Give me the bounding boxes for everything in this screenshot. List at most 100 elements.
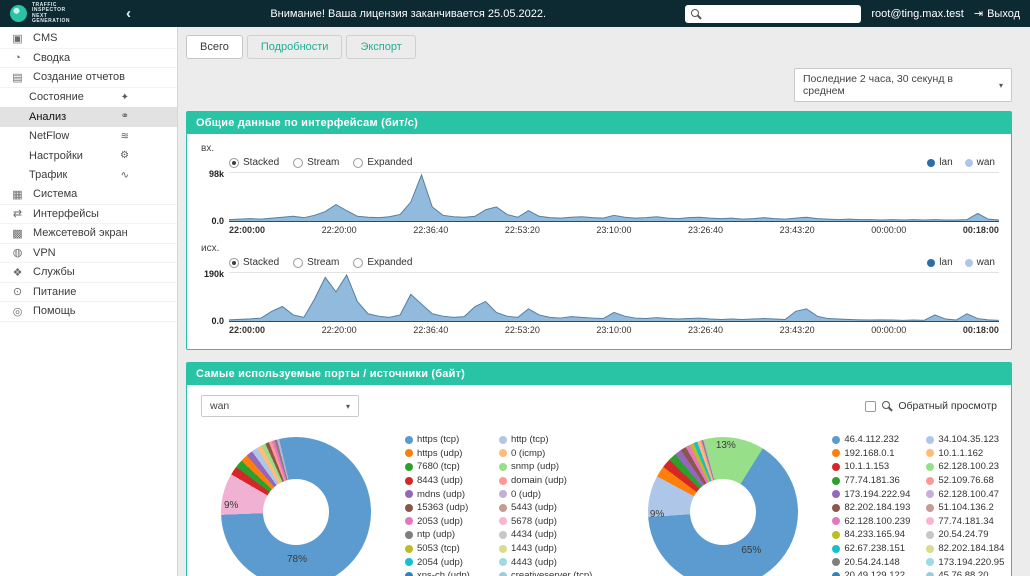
sidebar-item-analysis[interactable]: Анализ⚭	[0, 107, 177, 127]
legend-item[interactable]: 2053 (udp)	[405, 515, 489, 529]
legend-item[interactable]: 4434 (udp)	[499, 528, 592, 542]
legend-item[interactable]: 4443 (udp)	[499, 555, 592, 569]
legend-item[interactable]: 82.202.184.193	[832, 501, 916, 515]
slice-percent-label: 65%	[741, 545, 761, 556]
sidebar-item-services[interactable]: ❖Службы	[0, 263, 177, 283]
legend-item[interactable]: 173.194.222.94	[832, 487, 916, 501]
sidebar-item-vpn[interactable]: ◍VPN	[0, 244, 177, 264]
legend-item[interactable]: 0 (icmp)	[499, 447, 592, 461]
legend-label: ntp (udp)	[417, 529, 455, 540]
sidebar-item-help[interactable]: ◎Помощь	[0, 302, 177, 322]
search-box[interactable]	[685, 5, 861, 23]
legend-item-lan[interactable]: lan	[927, 157, 952, 168]
user-account[interactable]: root@ting.max.test	[871, 8, 963, 20]
y-axis-max-label: 98k	[209, 169, 224, 179]
legend-item[interactable]: 192.168.0.1	[832, 447, 916, 461]
sidebar-item-reporting[interactable]: ▤Создание отчетов	[0, 68, 177, 88]
legend-item[interactable]: xns-ch (udp)	[405, 569, 489, 576]
sidebar-collapse-chevron-icon[interactable]: ‹	[126, 5, 131, 22]
legend-item[interactable]: 20.54.24.79	[926, 528, 1010, 542]
legend-item[interactable]: 15363 (udp)	[405, 501, 489, 515]
legend-item[interactable]: 46.4.112.232	[832, 433, 916, 447]
legend-item-lan[interactable]: lan	[927, 257, 952, 268]
reverse-view-checkbox[interactable]	[865, 401, 876, 412]
interfaces-panel: Общие данные по интерфейсам (бит/с) вх.S…	[186, 111, 1012, 350]
legend-item[interactable]: snmp (udp)	[499, 460, 592, 474]
legend-item[interactable]: https (udp)	[405, 447, 489, 461]
mode-label: Expanded	[367, 157, 412, 168]
period-select[interactable]: Последние 2 часа, 30 секунд в среднем ▾	[794, 68, 1012, 102]
legend-item[interactable]: 51.104.136.2	[926, 501, 1010, 515]
legend-item[interactable]: mdns (udp)	[405, 487, 489, 501]
legend-label: 4434 (udp)	[511, 529, 557, 540]
mode-radio-expanded[interactable]: Expanded	[353, 257, 412, 268]
sources-donut-chart[interactable]: 65%13%9%	[648, 437, 798, 576]
legend-item-wan[interactable]: wan	[965, 257, 995, 268]
mode-radio-stacked[interactable]: Stacked	[229, 157, 279, 168]
sidebar-item-netflow[interactable]: NetFlow≋	[0, 127, 177, 147]
legend-item[interactable]: 20.49.129.122	[832, 569, 916, 576]
legend-item[interactable]: 20.54.24.148	[832, 555, 916, 569]
tab-details[interactable]: Подробности	[247, 35, 343, 59]
legend-item[interactable]: http (tcp)	[499, 433, 592, 447]
donut-hole	[263, 479, 329, 545]
sidebar-item-system[interactable]: ▦Система	[0, 185, 177, 205]
search-input[interactable]	[706, 7, 855, 21]
mode-radio-stacked[interactable]: Stacked	[229, 257, 279, 268]
legend-item[interactable]: 5053 (tcp)	[405, 542, 489, 556]
firewall-icon: ▩	[10, 227, 25, 240]
legend-item-wan[interactable]: wan	[965, 157, 995, 168]
legend-item[interactable]: 5678 (udp)	[499, 515, 592, 529]
ports-donut-chart[interactable]: 78%9%	[221, 437, 371, 576]
legend-item[interactable]: 62.128.100.47	[926, 487, 1010, 501]
legend-item[interactable]: 62.128.100.23	[926, 460, 1010, 474]
legend-item[interactable]: domain (udp)	[499, 474, 592, 488]
legend-item[interactable]: https (tcp)	[405, 433, 489, 447]
legend-item[interactable]: 77.74.181.36	[832, 474, 916, 488]
logout-button[interactable]: ⇥ Выход	[974, 7, 1020, 20]
slice-percent-label: 13%	[716, 440, 736, 451]
tab-export[interactable]: Экспорт	[346, 35, 415, 59]
legend-item[interactable]: 5443 (udp)	[499, 501, 592, 515]
tab-total[interactable]: Всего	[186, 35, 243, 59]
reverse-view-toggle[interactable]: Обратный просмотр	[865, 400, 997, 412]
legend-item[interactable]: 8443 (udp)	[405, 474, 489, 488]
legend-item[interactable]: 2054 (udp)	[405, 555, 489, 569]
legend-item[interactable]: 45.76.88.20	[926, 569, 1010, 576]
x-tick-label: 22:53:20	[505, 225, 540, 235]
sidebar-item-firewall[interactable]: ▩Межсетевой экран	[0, 224, 177, 244]
sidebar-item-settings[interactable]: Настройки⚙	[0, 146, 177, 166]
legend-item[interactable]: 10.1.1.153	[832, 460, 916, 474]
legend-label: 82.202.184.184	[938, 543, 1004, 554]
system-icon: ▦	[10, 188, 25, 201]
legend-dot	[965, 159, 973, 167]
legend-item[interactable]: 82.202.184.184	[926, 542, 1010, 556]
mode-radio-expanded[interactable]: Expanded	[353, 157, 412, 168]
sidebar-item-interfaces[interactable]: ⇄Интерфейсы	[0, 205, 177, 225]
legend-item[interactable]: creativeserver (tcp)	[499, 569, 592, 576]
sidebar-item-label: CMS	[33, 32, 57, 44]
legend-dot	[405, 572, 413, 576]
legend-item[interactable]: 10.1.1.162	[926, 447, 1010, 461]
sidebar-item-cms[interactable]: ▣CMS	[0, 29, 177, 49]
legend-item[interactable]: 0 (udp)	[499, 487, 592, 501]
mode-radio-stream[interactable]: Stream	[293, 257, 339, 268]
legend-dot	[499, 449, 507, 457]
legend-item[interactable]: 173.194.220.95	[926, 555, 1010, 569]
legend-item[interactable]: 62.128.100.239	[832, 515, 916, 529]
legend-item[interactable]: 77.74.181.34	[926, 515, 1010, 529]
sidebar-item-power[interactable]: ⊙Питание	[0, 283, 177, 303]
legend-item[interactable]: 84.233.165.94	[832, 528, 916, 542]
search-icon	[691, 9, 701, 19]
sidebar-item-status[interactable]: Состояние✦	[0, 88, 177, 108]
sidebar-item-traffic[interactable]: Трафик∿	[0, 166, 177, 186]
mode-radio-stream[interactable]: Stream	[293, 157, 339, 168]
legend-item[interactable]: 52.109.76.68	[926, 474, 1010, 488]
sidebar-item-summary[interactable]: ◔Сводка	[0, 49, 177, 69]
interface-select[interactable]: wan ▾	[201, 395, 359, 417]
legend-item[interactable]: 1443 (udp)	[499, 542, 592, 556]
legend-item[interactable]: 62.67.238.151	[832, 542, 916, 556]
legend-item[interactable]: 34.104.35.123	[926, 433, 1010, 447]
legend-item[interactable]: ntp (udp)	[405, 528, 489, 542]
legend-item[interactable]: 7680 (tcp)	[405, 460, 489, 474]
